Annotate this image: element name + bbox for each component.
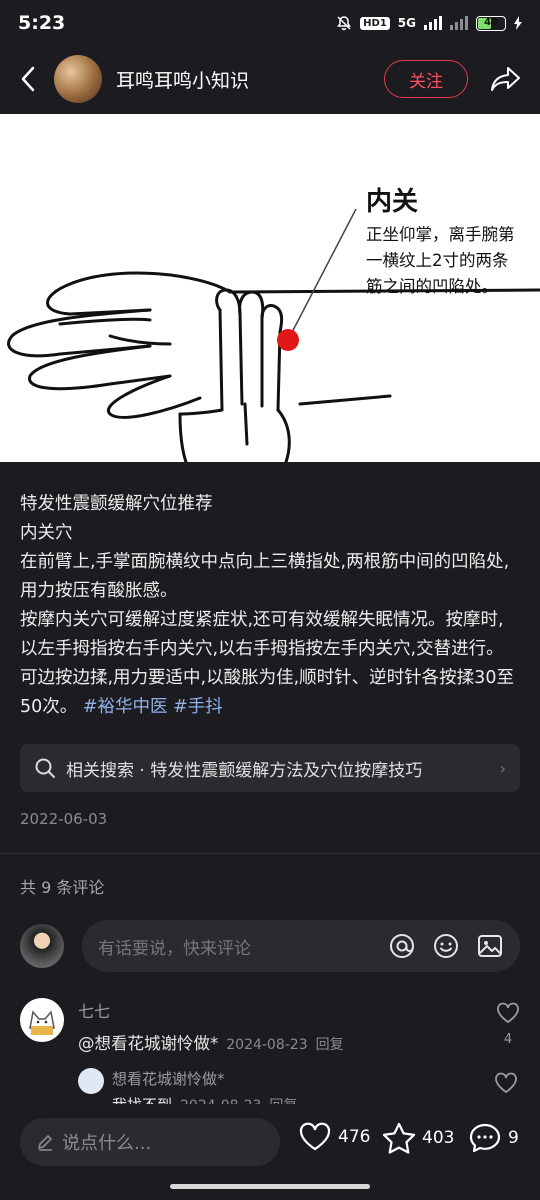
post-date: 2022-06-03 xyxy=(20,810,108,828)
my-avatar xyxy=(20,924,64,968)
comment-input-tools xyxy=(388,932,504,960)
hero-desc-line-3: 筋之间的凹陷处。 xyxy=(366,277,498,296)
signal-icon xyxy=(424,16,442,30)
post-paragraph-location: 在前臂上,手掌面腕横纹中点向上三横指处,两根筋中间的凹陷处,用力按压有酸胀感。 xyxy=(20,552,510,601)
heart-icon xyxy=(497,1002,519,1024)
status-time: 5:23 xyxy=(18,12,66,34)
cat-avatar-icon xyxy=(29,1010,55,1035)
related-search-bar[interactable]: 相关搜索 · 特发性震颤缓解方法及穴位按摩技巧 › xyxy=(20,744,520,792)
heart-icon xyxy=(299,1122,331,1151)
like-count: 476 xyxy=(338,1127,371,1147)
hero-desc-line-2: 一横纹上2寸的两条 xyxy=(366,251,509,270)
reply-avatar[interactable] xyxy=(78,1068,104,1094)
comment-count: 共 9 条评论 xyxy=(20,878,105,897)
commenter-name[interactable]: 七七 xyxy=(78,998,110,1022)
post-title: 特发性震颤缓解穴位推荐 xyxy=(20,494,213,514)
post-header: 耳鸣耳鸣小知识 关注 xyxy=(0,46,540,112)
reply-like-button[interactable] xyxy=(494,1072,518,1098)
post-image[interactable]: 内关 正坐仰掌，离手腕第 一横纹上2寸的两条 筋之间的凹陷处。 xyxy=(0,114,540,462)
divider xyxy=(0,853,540,854)
acupoint-marker xyxy=(277,329,299,351)
mute-bell-icon xyxy=(337,16,352,31)
comment-total: 9 xyxy=(508,1128,519,1148)
comment-body: @想看花城谢怜做* 2024-08-23 回复 xyxy=(78,1030,344,1054)
say-something-input[interactable]: 说点什么... xyxy=(20,1118,280,1166)
comment-input[interactable]: 有话要说，快来评论 xyxy=(82,920,520,972)
chevron-left-icon xyxy=(21,66,35,92)
hashtag-shoudou[interactable]: #手抖 xyxy=(173,697,223,717)
reply-author-name[interactable]: 想看花城谢怜做* xyxy=(112,1068,225,1089)
like-button[interactable]: 476 xyxy=(298,1122,370,1152)
pointer-line xyxy=(287,208,357,341)
hand-illustration: 内关 正坐仰掌，离手腕第 一横纹上2寸的两条 筋之间的凹陷处。 xyxy=(7,187,540,462)
home-indicator[interactable] xyxy=(170,1184,370,1189)
post-paragraph-method: 按摩内关穴可缓解过度紧症状,还可有效缓解失眠情况。按摩时,以左手拇指按右手内关穴… xyxy=(20,606,520,722)
share-icon xyxy=(491,67,520,91)
author-avatar[interactable] xyxy=(54,55,102,103)
comment-bubble-icon xyxy=(469,1123,501,1153)
hero-desc-line-1: 正坐仰掌，离手腕第 xyxy=(366,225,515,244)
comment-text: @想看花城谢怜做* xyxy=(78,1034,219,1053)
comment-like-count: 4 xyxy=(503,1032,513,1047)
image-button[interactable] xyxy=(476,932,504,960)
favorite-button[interactable]: 403 xyxy=(382,1122,454,1154)
emoji-button[interactable] xyxy=(432,932,460,960)
star-icon xyxy=(382,1122,416,1154)
at-icon xyxy=(390,934,414,958)
heart-icon xyxy=(495,1072,517,1094)
charging-icon xyxy=(514,16,522,30)
battery-icon: 40 xyxy=(476,15,506,31)
follow-button[interactable]: 关注 xyxy=(384,60,468,98)
chevron-right-icon: › xyxy=(499,758,506,778)
signal-icon-2 xyxy=(450,16,468,30)
hashtag-yuhua[interactable]: #裕华中医 xyxy=(83,697,168,717)
hero-title: 内关 xyxy=(366,187,418,217)
search-icon xyxy=(35,758,55,778)
comment-reply-button[interactable]: 回复 xyxy=(316,1037,344,1053)
mention-button[interactable] xyxy=(388,932,416,960)
status-bar: 5:23 HD1 5G 40 xyxy=(0,0,540,46)
status-icons: HD1 5G 40 xyxy=(336,15,522,31)
back-button[interactable] xyxy=(14,59,42,99)
battery-level: 40 xyxy=(484,16,498,28)
comment-input-placeholder: 有话要说，快来评论 xyxy=(98,938,251,959)
related-search-text: 相关搜索 · 特发性震颤缓解方法及穴位按摩技巧 xyxy=(66,760,423,781)
network-label: 5G xyxy=(397,16,416,30)
post-content: 特发性震颤缓解穴位推荐 内关穴 在前臂上,手掌面腕横纹中点向上三横指处,两根筋中… xyxy=(20,490,520,722)
image-icon xyxy=(478,935,502,957)
post-subtitle: 内关穴 xyxy=(20,523,73,543)
share-button[interactable] xyxy=(486,59,526,99)
smile-icon xyxy=(434,934,458,958)
favorite-count: 403 xyxy=(422,1128,455,1148)
author-name[interactable]: 耳鸣耳鸣小知识 xyxy=(116,66,249,93)
comment-time: 2024-08-23 xyxy=(226,1037,308,1053)
commenter-avatar[interactable] xyxy=(20,998,64,1042)
hd-badge: HD1 xyxy=(360,16,390,30)
pencil-icon xyxy=(37,1134,53,1151)
say-something-placeholder: 说点什么... xyxy=(62,1133,152,1154)
comment-like-button[interactable]: 4 xyxy=(494,1002,522,1047)
comment-button[interactable]: 9 xyxy=(468,1122,519,1154)
